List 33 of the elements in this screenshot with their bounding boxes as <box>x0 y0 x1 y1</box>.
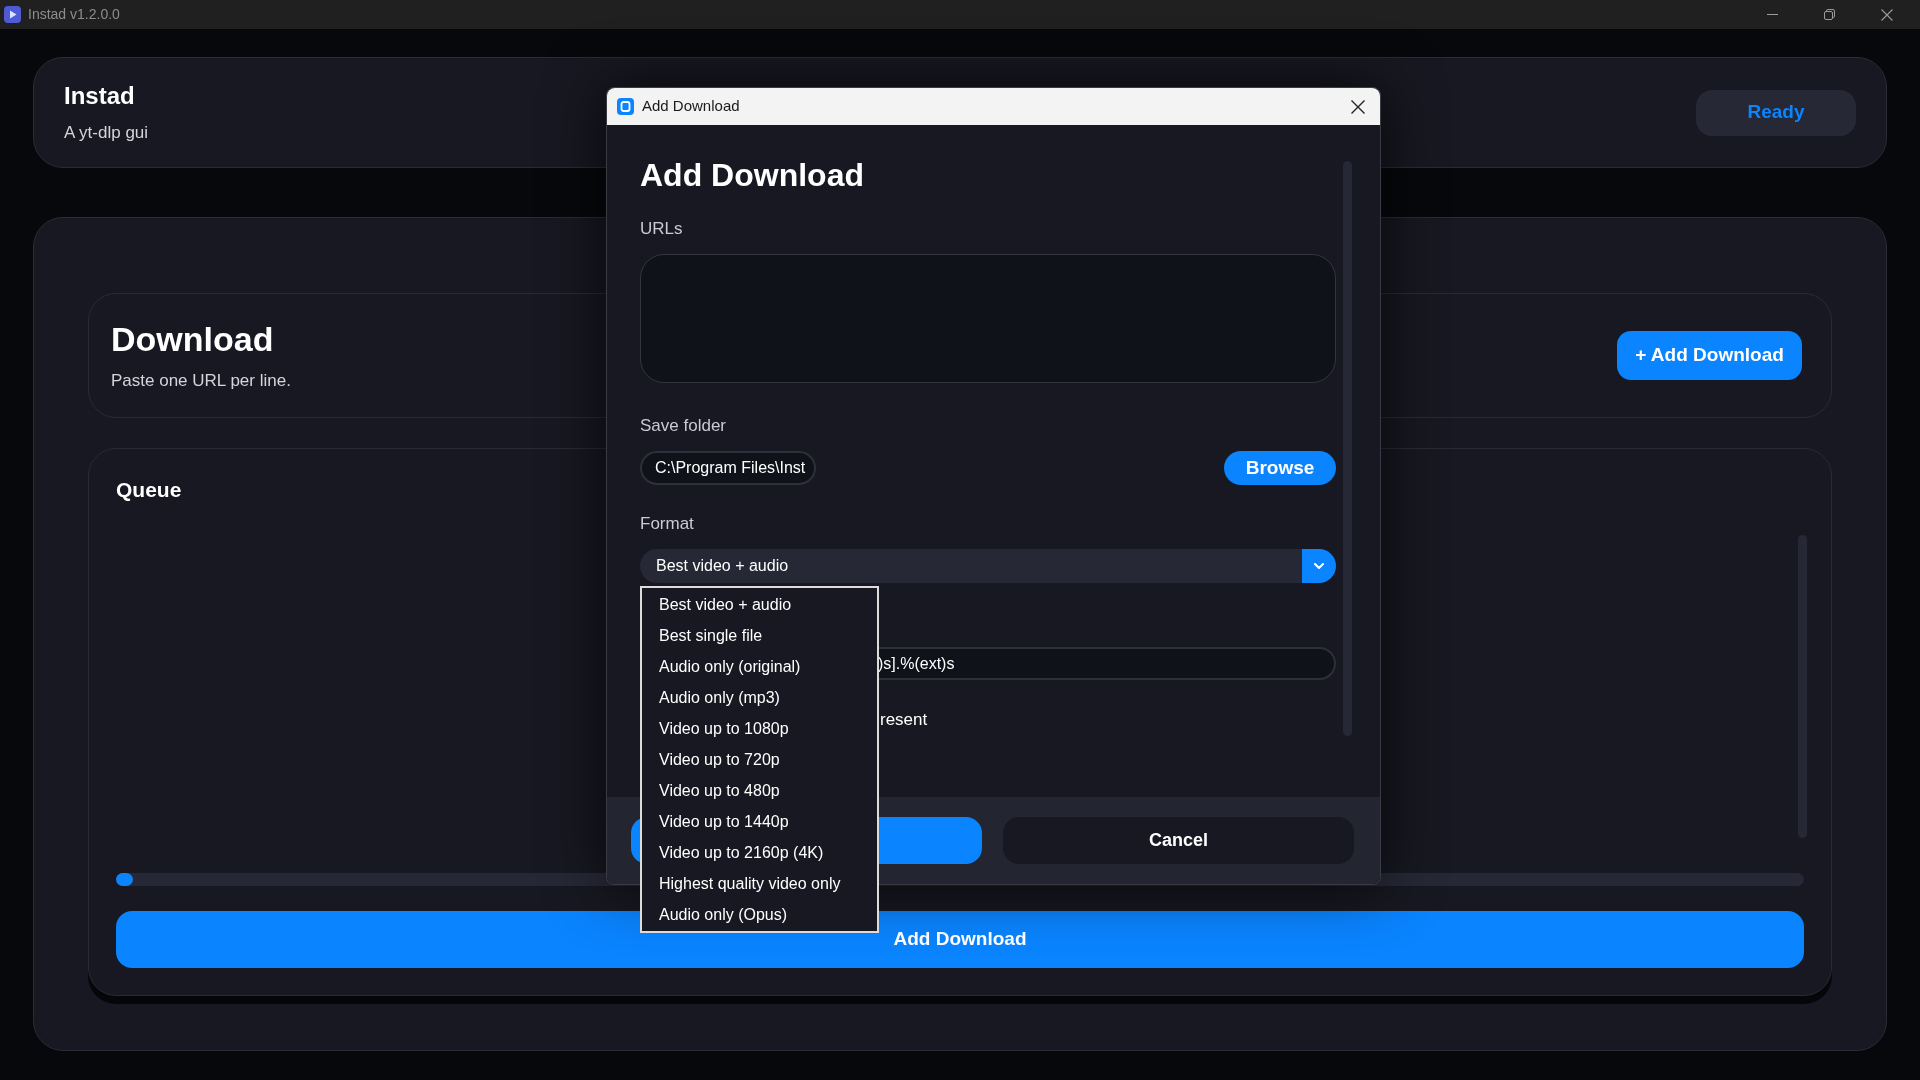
dropdown-option[interactable]: Highest quality video only <box>642 868 877 899</box>
folder-field[interactable]: C:\Program Files\Inst <box>640 451 816 485</box>
dropdown-option[interactable]: Best video + audio <box>642 589 877 620</box>
format-select[interactable]: Best video + audio <box>640 549 1336 583</box>
dropdown-option[interactable]: Audio only (mp3) <box>642 682 877 713</box>
field-label: Save folder <box>640 415 727 437</box>
status-badge: Ready <box>1696 89 1856 136</box>
dialog-heading: Add Download <box>640 156 865 195</box>
close-icon[interactable] <box>1880 8 1893 21</box>
rounded-square-icon <box>617 98 634 115</box>
hint-text: Paste one URL per line. <box>111 369 291 392</box>
dropdown-option[interactable]: Audio only (original) <box>642 651 877 682</box>
dialog-title: Add Download <box>642 96 740 117</box>
dropdown-option[interactable]: Video up to 1440p <box>642 806 877 837</box>
close-icon[interactable] <box>1351 99 1365 114</box>
restore-icon[interactable] <box>1824 9 1835 20</box>
dropdown-option[interactable]: Video up to 2160p (4K) <box>642 837 877 868</box>
window-title: Instad v1.2.0.0 <box>28 5 120 24</box>
dropdown-option[interactable]: Video up to 1080p <box>642 713 877 744</box>
section-title: Download <box>111 318 275 359</box>
play-icon <box>4 6 21 23</box>
add-download-button[interactable]: + Add Download <box>1617 331 1802 380</box>
section-title: Queue <box>116 477 183 503</box>
app-title: Instad <box>64 80 136 111</box>
option-label: resent <box>880 709 929 731</box>
dropdown-option[interactable]: Video up to 480p <box>642 775 877 806</box>
dropdown-option[interactable]: Video up to 720p <box>642 744 877 775</box>
browse-button[interactable]: Browse <box>1224 451 1336 485</box>
chevron-down-icon <box>1314 563 1324 569</box>
app-subtitle: A yt-dlp gui <box>64 121 149 144</box>
field-label: URLs <box>640 218 684 240</box>
field-label: Format <box>640 513 695 535</box>
cancel-button[interactable]: Cancel <box>1003 817 1354 864</box>
